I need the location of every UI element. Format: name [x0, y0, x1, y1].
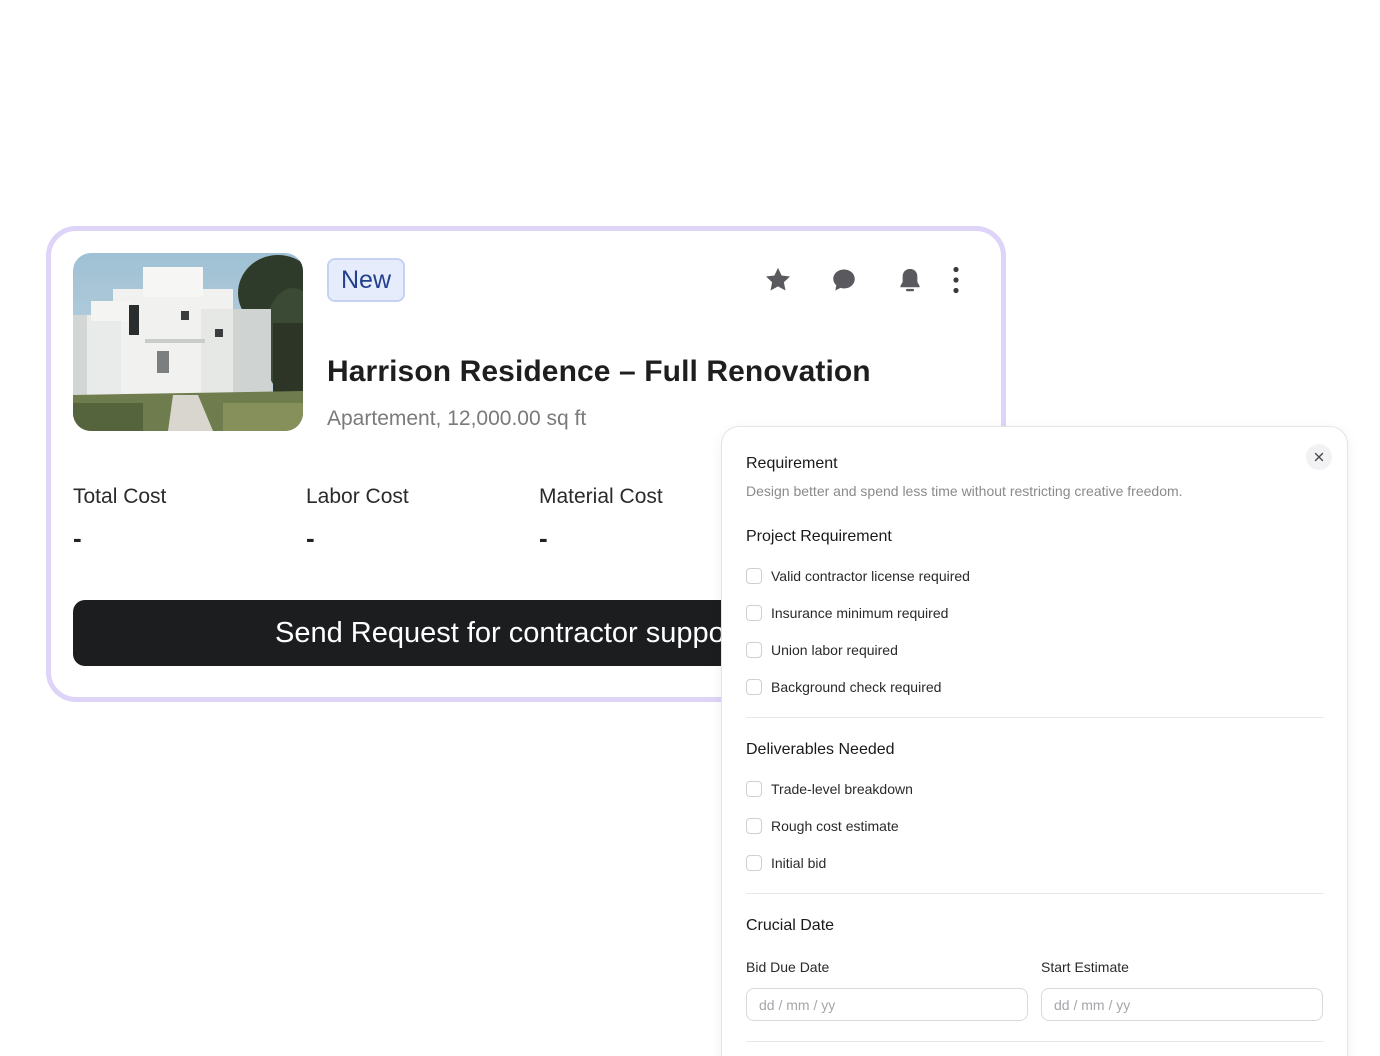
- checkbox-label: Initial bid: [771, 855, 827, 871]
- divider: [746, 893, 1324, 894]
- checkbox[interactable]: [746, 818, 762, 834]
- checkbox-row[interactable]: Rough cost estimate: [746, 817, 899, 835]
- bid-due-date-label: Bid Due Date: [746, 959, 830, 975]
- checkbox-row[interactable]: Initial bid: [746, 854, 826, 872]
- star-icon: [766, 267, 790, 291]
- section-title-project-requirement: Project Requirement: [746, 528, 892, 545]
- comment-icon: [833, 269, 855, 291]
- stat-label: Total Cost: [73, 485, 167, 508]
- checkbox-label: Trade-level breakdown: [771, 781, 913, 797]
- stat-value: -: [306, 523, 315, 553]
- checkbox-row[interactable]: Background check required: [746, 678, 941, 696]
- checkbox[interactable]: [746, 855, 762, 871]
- bid-due-date-input[interactable]: [746, 988, 1028, 1021]
- checkbox[interactable]: [746, 568, 762, 584]
- house-photo: [73, 253, 303, 431]
- checkbox-label: Valid contractor license required: [771, 568, 970, 584]
- project-subtitle: Apartement, 12,000.00 sq ft: [327, 407, 587, 430]
- panel-title: Requirement: [746, 455, 838, 472]
- comment-button[interactable]: [827, 263, 861, 297]
- stat-labor-cost: Labor Cost -: [306, 485, 526, 554]
- checkbox[interactable]: [746, 781, 762, 797]
- section-title-deliverables: Deliverables Needed: [746, 741, 895, 758]
- divider: [746, 717, 1324, 718]
- checkbox-label: Union labor required: [771, 642, 898, 658]
- notification-button[interactable]: [893, 263, 927, 297]
- stat-total-cost: Total Cost -: [73, 485, 293, 554]
- checkbox-row[interactable]: Union labor required: [746, 641, 898, 659]
- more-options-button[interactable]: [949, 263, 963, 297]
- close-button[interactable]: [1306, 444, 1332, 470]
- card-actions: [761, 263, 963, 297]
- bell-icon: [900, 268, 920, 292]
- stage: New Harrison Residence – Full Renovation…: [0, 0, 1380, 1056]
- favorite-button[interactable]: [761, 263, 795, 297]
- checkbox-row[interactable]: Insurance minimum required: [746, 604, 948, 622]
- checkbox-row[interactable]: Trade-level breakdown: [746, 780, 913, 798]
- close-icon: [1314, 452, 1324, 462]
- requirement-panel: Requirement Design better and spend less…: [721, 426, 1348, 1056]
- checkbox-row[interactable]: Valid contractor license required: [746, 567, 970, 585]
- panel-description: Design better and spend less time withou…: [746, 483, 1183, 499]
- checkbox-label: Background check required: [771, 679, 942, 695]
- checkbox-label: Insurance minimum required: [771, 605, 949, 621]
- section-title-crucial-date: Crucial Date: [746, 917, 835, 934]
- checkbox[interactable]: [746, 642, 762, 658]
- stat-value: -: [73, 523, 82, 553]
- start-estimate-label: Start Estimate: [1041, 959, 1129, 975]
- checkbox-label: Rough cost estimate: [771, 818, 899, 834]
- more-vertical-icon: [953, 266, 959, 294]
- checkbox[interactable]: [746, 679, 762, 695]
- project-title: Harrison Residence – Full Renovation: [327, 355, 871, 388]
- stat-label: Labor Cost: [306, 485, 409, 508]
- status-badge: New: [327, 258, 406, 302]
- divider: [746, 1041, 1324, 1042]
- start-estimate-input[interactable]: [1041, 988, 1323, 1021]
- checkbox[interactable]: [746, 605, 762, 621]
